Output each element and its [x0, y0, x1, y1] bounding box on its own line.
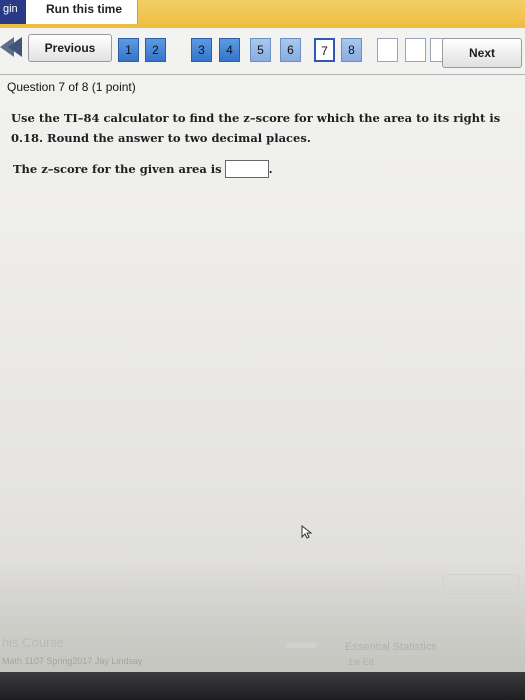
- z-score-answer-input[interactable]: [224, 160, 269, 178]
- top-toolbar: gin Run this time: [0, 0, 525, 28]
- back-arrow-icon[interactable]: [8, 37, 22, 57]
- browser-screen: gin Run this time Previous 1 2 3 4 5 6 7…: [0, 0, 525, 700]
- answer-suffix: .: [268, 162, 273, 176]
- question-5-button[interactable]: 5: [250, 38, 271, 62]
- next-button[interactable]: Next: [442, 38, 522, 68]
- monitor-bezel: [0, 672, 525, 700]
- publisher-logo-icon: [286, 641, 316, 651]
- question-text: Use the TI–84 calculator to find the z–s…: [11, 111, 501, 145]
- course-label: his Course: [2, 635, 65, 650]
- login-tab[interactable]: gin: [0, 0, 26, 24]
- question-8-button[interactable]: 8: [341, 38, 362, 62]
- question-6-button[interactable]: 6: [280, 38, 301, 62]
- question-slot-empty: [405, 38, 426, 62]
- book-title: Essential Statistics: [345, 641, 437, 653]
- course-info: Math 1107 Spring2017 Jay Lindsay: [2, 656, 143, 666]
- question-header: Question 7 of 8 (1 point): [7, 80, 136, 94]
- question-2-button[interactable]: 2: [145, 38, 166, 62]
- previous-button[interactable]: Previous: [28, 34, 112, 62]
- question-7-button[interactable]: 7: [314, 38, 335, 62]
- question-1-button[interactable]: 1: [118, 38, 139, 62]
- mouse-pointer-icon: [301, 524, 313, 544]
- question-navigation: Previous 1 2 3 4 5 6 7 8 Next: [0, 34, 525, 74]
- book-edition: 1st Ed: [348, 657, 374, 667]
- question-slot-empty: [377, 38, 398, 62]
- answer-row: The z–score for the given area is.: [13, 160, 273, 178]
- divider: [0, 74, 525, 75]
- answer-prefix: The z–score for the given area is: [13, 162, 222, 176]
- question-3-button[interactable]: 3: [191, 38, 212, 62]
- run-this-time-button[interactable]: Run this time: [26, 0, 138, 24]
- question-4-button[interactable]: 4: [219, 38, 240, 62]
